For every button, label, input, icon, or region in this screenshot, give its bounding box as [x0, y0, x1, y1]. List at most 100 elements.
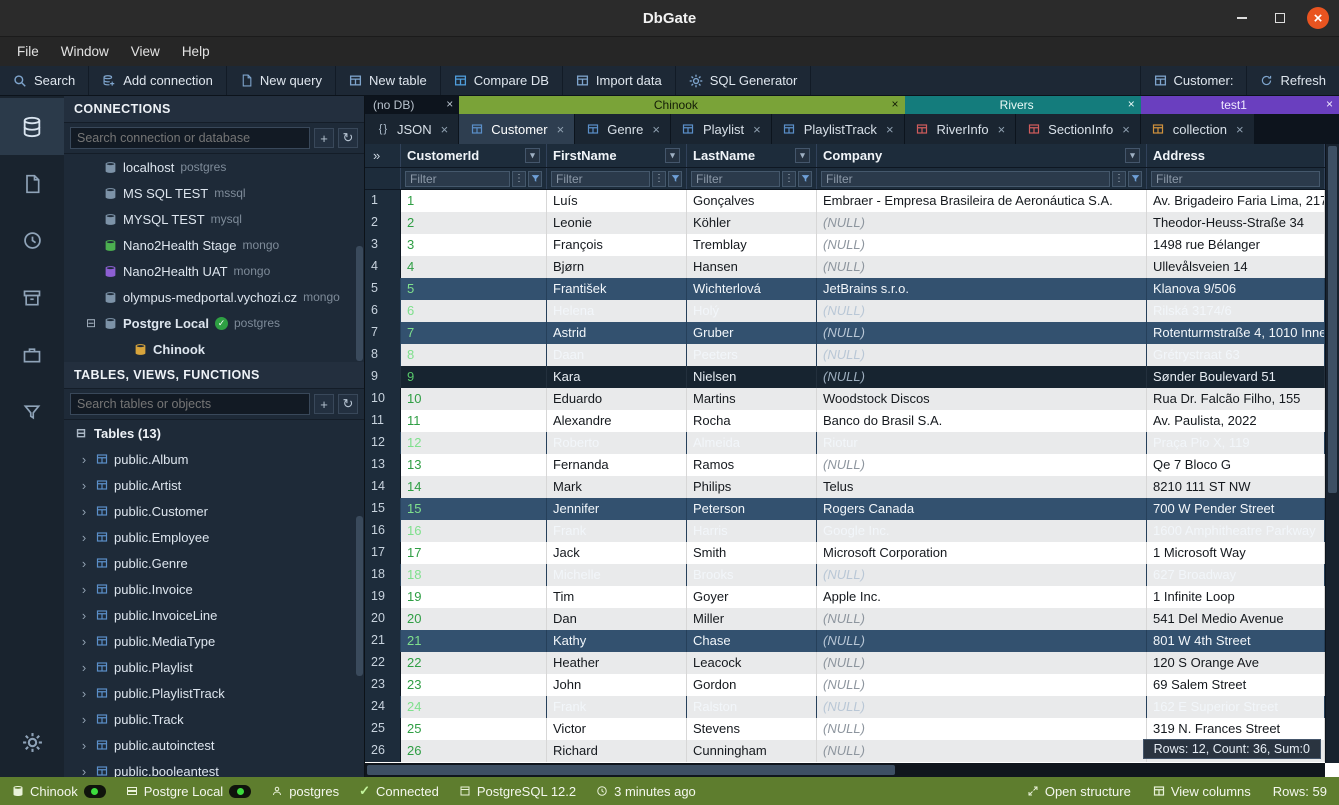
column-dropdown-icon[interactable] — [1125, 148, 1140, 163]
filter-funnel-icon[interactable] — [1128, 171, 1142, 187]
tab[interactable]: PlaylistTrack — [772, 114, 905, 144]
tables-refresh-button[interactable] — [338, 394, 358, 414]
filter-input[interactable] — [821, 171, 1110, 187]
cell-company[interactable]: (NULL) — [817, 608, 1147, 630]
toolbar-add-connection-button[interactable]: Add connection — [89, 66, 227, 95]
toolbar-new-query-button[interactable]: New query — [227, 66, 336, 95]
table-row[interactable]: 18 18 Michelle Brooks (NULL) 627 Broadwa… — [365, 564, 1339, 586]
column-dropdown-icon[interactable] — [795, 148, 810, 163]
cell-firstname[interactable]: Michelle — [547, 564, 687, 586]
cell-address[interactable]: Qe 7 Bloco G — [1147, 454, 1325, 476]
cell-firstname[interactable]: František — [547, 278, 687, 300]
cell-address[interactable]: Grétrystraat 63 — [1147, 344, 1325, 366]
nav-app-files-icon[interactable] — [0, 326, 64, 383]
cell-company[interactable]: (NULL) — [817, 454, 1147, 476]
tab-close-icon[interactable] — [652, 122, 660, 137]
connection-item[interactable]: Postgre Local postgres — [64, 310, 364, 336]
cell-company[interactable]: (NULL) — [817, 696, 1147, 718]
cell-company[interactable]: Apple Inc. — [817, 586, 1147, 608]
vertical-scrollbar-thumb[interactable] — [1328, 146, 1337, 493]
cell-company[interactable]: (NULL) — [817, 740, 1147, 762]
tables-scrollbar-thumb[interactable] — [356, 516, 363, 676]
cell-customerid[interactable]: 14 — [401, 476, 547, 498]
cell-address[interactable]: Av. Paulista, 2022 — [1147, 410, 1325, 432]
table-row[interactable]: 15 15 Jennifer Peterson Rogers Canada 70… — [365, 498, 1339, 520]
row-number[interactable]: 5 — [365, 278, 401, 300]
connections-search-input[interactable] — [70, 127, 310, 149]
cell-lastname[interactable]: Peterson — [687, 498, 817, 520]
row-number[interactable]: 21 — [365, 630, 401, 652]
tab[interactable]: RiverInfo — [905, 114, 1017, 144]
table-row[interactable]: 10 10 Eduardo Martins Woodstock Discos R… — [365, 388, 1339, 410]
table-row[interactable]: 3 3 François Tremblay (NULL) 1498 rue Bé… — [365, 234, 1339, 256]
tab-close-icon[interactable] — [441, 122, 449, 137]
cell-company[interactable]: (NULL) — [817, 718, 1147, 740]
cell-customerid[interactable]: 13 — [401, 454, 547, 476]
cell-address[interactable]: Praça Pio X, 119 — [1147, 432, 1325, 454]
row-number[interactable]: 16 — [365, 520, 401, 542]
cell-customerid[interactable]: 24 — [401, 696, 547, 718]
cell-address[interactable]: 700 W Pender Street — [1147, 498, 1325, 520]
row-number[interactable]: 25 — [365, 718, 401, 740]
row-number[interactable]: 6 — [365, 300, 401, 322]
cell-lastname[interactable]: Ramos — [687, 454, 817, 476]
cell-customerid[interactable]: 3 — [401, 234, 547, 256]
cell-customerid[interactable]: 18 — [401, 564, 547, 586]
cell-company[interactable]: Riotur — [817, 432, 1147, 454]
cell-company[interactable]: (NULL) — [817, 234, 1147, 256]
cell-customerid[interactable]: 26 — [401, 740, 547, 762]
cell-customerid[interactable]: 20 — [401, 608, 547, 630]
toolbar-import-data-button[interactable]: Import data — [563, 66, 676, 95]
tab-close-icon[interactable] — [1236, 122, 1244, 137]
table-tree-item[interactable]: public.autoinctest — [64, 732, 364, 758]
row-number[interactable]: 17 — [365, 542, 401, 564]
filter-input[interactable] — [1151, 171, 1320, 187]
cell-firstname[interactable]: Alexandre — [547, 410, 687, 432]
cell-lastname[interactable]: Tremblay — [687, 234, 817, 256]
table-tree-item[interactable]: public.Artist — [64, 472, 364, 498]
toolbar-refresh-button[interactable]: Refresh — [1246, 66, 1339, 95]
row-number[interactable]: 20 — [365, 608, 401, 630]
table-row[interactable]: 23 23 John Gordon (NULL) 69 Salem Street — [365, 674, 1339, 696]
cell-company[interactable]: (NULL) — [817, 652, 1147, 674]
cell-address[interactable]: 319 N. Frances Street — [1147, 718, 1325, 740]
close-icon[interactable] — [892, 97, 899, 111]
table-tree-item[interactable]: public.Album — [64, 446, 364, 472]
cell-lastname[interactable]: Rocha — [687, 410, 817, 432]
cell-firstname[interactable]: Bjørn — [547, 256, 687, 278]
row-number[interactable]: 12 — [365, 432, 401, 454]
expand-all-button[interactable]: » — [365, 144, 401, 167]
table-row[interactable]: 12 12 Roberto Almeida Riotur Praça Pio X… — [365, 432, 1339, 454]
grid-horizontal-scrollbar[interactable] — [365, 763, 1325, 777]
cell-customerid[interactable]: 15 — [401, 498, 547, 520]
row-number[interactable]: 26 — [365, 740, 401, 762]
close-icon[interactable] — [1128, 97, 1135, 111]
cell-address[interactable]: 1 Microsoft Way — [1147, 542, 1325, 564]
nav-files-icon[interactable] — [0, 155, 64, 212]
horizontal-scrollbar-thumb[interactable] — [367, 765, 895, 775]
cell-company[interactable]: Google Inc. — [817, 520, 1147, 542]
row-number[interactable]: 8 — [365, 344, 401, 366]
cell-lastname[interactable]: Miller — [687, 608, 817, 630]
table-tree-item[interactable]: public.booleantest — [64, 758, 364, 777]
cell-firstname[interactable]: Astrid — [547, 322, 687, 344]
table-row[interactable]: 21 21 Kathy Chase (NULL) 801 W 4th Stree… — [365, 630, 1339, 652]
tab[interactable]: Playlist — [671, 114, 772, 144]
cell-address[interactable]: 1498 rue Bélanger — [1147, 234, 1325, 256]
tab[interactable]: collection — [1141, 114, 1255, 144]
cell-company[interactable]: (NULL) — [817, 256, 1147, 278]
tab[interactable]: Customer — [459, 114, 575, 144]
cell-address[interactable]: Rotenturmstraße 4, 1010 Innere Stadt — [1147, 322, 1325, 344]
cell-address[interactable]: 162 E Superior Street — [1147, 696, 1325, 718]
cell-firstname[interactable]: Richard — [547, 740, 687, 762]
connection-item[interactable]: olympus-medportal.vychozi.cz mongo — [64, 284, 364, 310]
cell-lastname[interactable]: Gordon — [687, 674, 817, 696]
row-number[interactable]: 19 — [365, 586, 401, 608]
filter-menu-icon[interactable] — [652, 171, 666, 187]
cell-customerid[interactable]: 21 — [401, 630, 547, 652]
filter-menu-icon[interactable] — [512, 171, 526, 187]
row-number[interactable]: 18 — [365, 564, 401, 586]
cell-firstname[interactable]: Eduardo — [547, 388, 687, 410]
table-row[interactable]: 8 8 Daan Peeters (NULL) Grétrystraat 63 — [365, 344, 1339, 366]
cell-firstname[interactable]: Leonie — [547, 212, 687, 234]
